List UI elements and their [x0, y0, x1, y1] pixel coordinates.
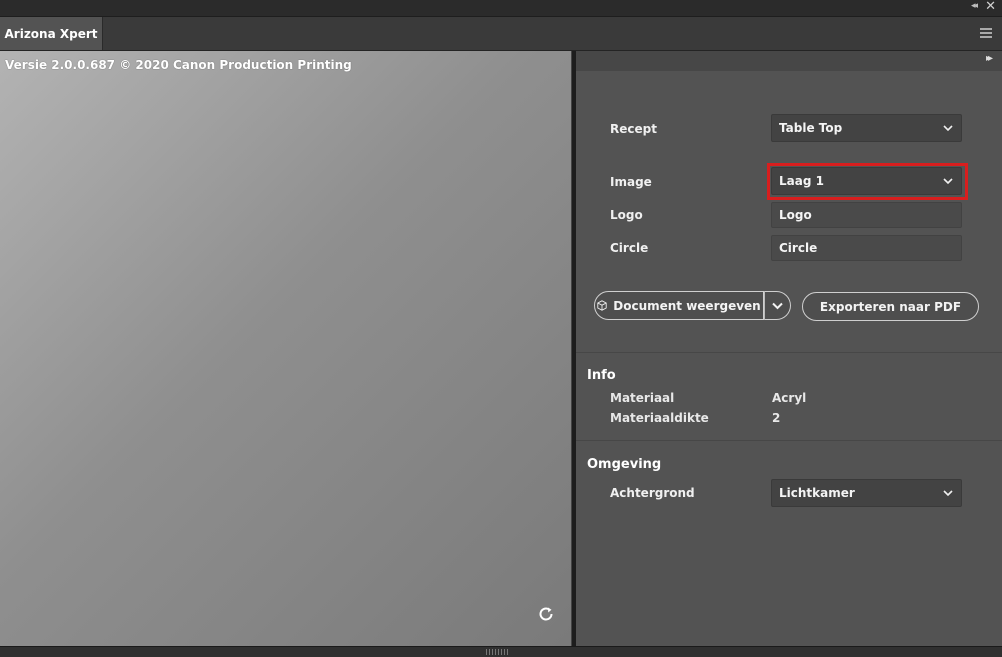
- recept-dropdown[interactable]: Table Top: [771, 114, 962, 142]
- image-label: Image: [610, 175, 652, 189]
- background-dropdown[interactable]: Lichtkamer: [771, 479, 962, 507]
- chevron-down-icon: [943, 490, 953, 497]
- chevron-down-icon: [943, 125, 953, 132]
- expand-panel-icon[interactable]: ▸▸: [986, 53, 993, 64]
- export-pdf-label: Exporteren naar PDF: [819, 299, 962, 314]
- material-thickness-label: Materiaaldikte: [610, 411, 709, 425]
- circle-label: Circle: [610, 241, 649, 255]
- section-divider: [576, 352, 1002, 353]
- material-label: Materiaal: [610, 391, 675, 405]
- tab-arizona-xpert[interactable]: Arizona Xpert: [0, 17, 103, 50]
- section-divider: [576, 440, 1002, 441]
- panel-header: ▸▸: [576, 51, 1002, 71]
- tab-label: Arizona Xpert: [4, 26, 98, 41]
- panel-tab-bar: Arizona Xpert: [0, 17, 1002, 51]
- document-options-button[interactable]: [764, 291, 791, 320]
- document-view-button[interactable]: Document weergeven: [594, 291, 764, 320]
- export-pdf-button[interactable]: Exporteren naar PDF: [802, 292, 979, 321]
- status-bar: [0, 646, 1002, 657]
- environment-heading: Omgeving: [587, 457, 662, 472]
- logo-field[interactable]: Logo: [771, 202, 962, 228]
- recept-label: Recept: [610, 122, 657, 136]
- highlight-box: [767, 163, 968, 200]
- resize-grip[interactable]: [486, 649, 510, 655]
- refresh-icon[interactable]: [536, 604, 556, 624]
- circle-field[interactable]: Circle: [771, 235, 962, 261]
- circle-value: Circle: [779, 241, 818, 255]
- material-value: Acryl: [772, 391, 807, 405]
- info-heading: Info: [587, 368, 616, 383]
- close-icon[interactable]: ✕: [985, 0, 996, 14]
- background-label: Achtergrond: [610, 486, 695, 500]
- material-thickness-value: 2: [772, 411, 781, 425]
- cube-icon: [597, 300, 607, 311]
- chevron-down-icon: [772, 302, 783, 309]
- settings-panel: ▸▸ Recept Table Top Image Laag 1 Logo Lo…: [576, 51, 1002, 646]
- panel-menu-icon[interactable]: [980, 28, 992, 40]
- document-view-label: Document weergeven: [613, 298, 761, 313]
- window-title-bar: ◂◂ ✕: [0, 0, 1002, 17]
- background-value: Lichtkamer: [779, 486, 855, 500]
- preview-viewport[interactable]: Versie 2.0.0.687 © 2020 Canon Production…: [0, 51, 571, 646]
- recept-value: Table Top: [779, 121, 843, 135]
- logo-value: Logo: [779, 208, 812, 222]
- collapse-panels-icon[interactable]: ◂◂: [971, 1, 978, 11]
- version-label: Versie 2.0.0.687 © 2020 Canon Production…: [5, 58, 352, 72]
- logo-label: Logo: [610, 208, 643, 222]
